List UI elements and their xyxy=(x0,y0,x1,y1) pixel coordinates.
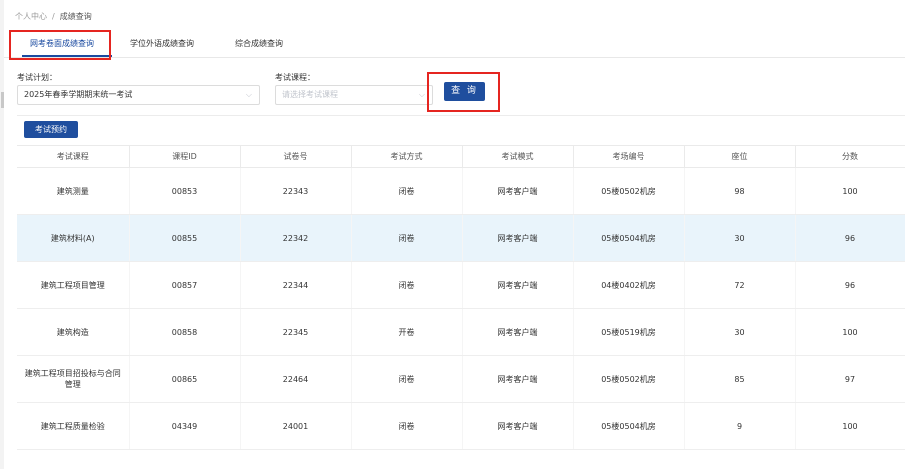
cell-room-no: 05楼0504机房 xyxy=(573,402,685,450)
cell-course: 建筑材料(A) xyxy=(17,214,130,262)
cell-room-no: 04楼0402机房 xyxy=(573,261,685,309)
query-button[interactable]: 查 询 xyxy=(444,82,485,101)
cell-paper-no: 22464 xyxy=(240,355,352,403)
cell-exam-method: 闭卷 xyxy=(351,214,463,262)
chevron-down-icon: ⌵ xyxy=(418,90,425,99)
cell-seat: 30 xyxy=(684,308,796,356)
highlight-box-tab xyxy=(9,30,111,60)
tab-comprehensive-score[interactable]: 综合成绩查询 xyxy=(235,36,283,52)
header-paper-no: 试卷号 xyxy=(240,145,352,168)
cell-exam-method: 开卷 xyxy=(351,308,463,356)
exam-plan-value: 2025年春季学期期末统一考试 xyxy=(24,90,133,99)
table-row[interactable]: 建筑材料(A) 00855 22342 闭卷 网考客户端 05楼0504机房 3… xyxy=(17,214,905,262)
cell-room-no: 05楼0504机房 xyxy=(573,214,685,262)
table-row[interactable]: 建筑工程项目招投标与合同管理 00865 22464 闭卷 网考客户端 05楼0… xyxy=(17,355,905,403)
left-scroll-bar xyxy=(0,0,4,469)
cell-room-no: 05楼0519机房 xyxy=(573,308,685,356)
header-exam-method: 考试方式 xyxy=(351,145,463,168)
cell-score: 100 xyxy=(795,167,905,215)
cell-room-no: 05楼0502机房 xyxy=(573,355,685,403)
cell-seat: 72 xyxy=(684,261,796,309)
cell-seat: 9 xyxy=(684,402,796,450)
breadcrumb-current: 成绩查询 xyxy=(59,12,92,21)
cell-score: 96 xyxy=(795,214,905,262)
cell-room-no: 05楼0502机房 xyxy=(573,167,685,215)
cell-course: 建筑测量 xyxy=(17,167,130,215)
cell-exam-mode: 网考客户端 xyxy=(462,355,574,403)
header-seat: 座位 xyxy=(684,145,796,168)
score-table: 考试课程 课程ID 试卷号 考试方式 考试模式 考场编号 座位 分数 建筑测量 … xyxy=(17,145,905,450)
cell-exam-mode: 网考客户端 xyxy=(462,261,574,309)
header-room-no: 考场编号 xyxy=(573,145,685,168)
table-row[interactable]: 建筑工程项目管理 00857 22344 闭卷 网考客户端 04楼0402机房 … xyxy=(17,261,905,309)
breadcrumb: 个人中心 / 成绩查询 xyxy=(15,10,92,24)
cell-course-id: 00855 xyxy=(129,214,241,262)
breadcrumb-root[interactable]: 个人中心 xyxy=(15,12,47,21)
cell-paper-no: 24001 xyxy=(240,402,352,450)
exam-plan-label: 考试计划： xyxy=(17,73,57,82)
cell-score: 97 xyxy=(795,355,905,403)
score-table-container: 考试课程 课程ID 试卷号 考试方式 考试模式 考场编号 座位 分数 建筑测量 … xyxy=(17,145,905,469)
breadcrumb-separator: / xyxy=(52,12,55,21)
cell-seat: 30 xyxy=(684,214,796,262)
cell-score: 100 xyxy=(795,308,905,356)
cell-paper-no: 22342 xyxy=(240,214,352,262)
cell-course: 建筑工程质量检验 xyxy=(17,402,130,450)
exam-course-label: 考试课程： xyxy=(275,73,315,82)
cell-course-id: 04349 xyxy=(129,402,241,450)
cell-exam-mode: 网考客户端 xyxy=(462,167,574,215)
cell-exam-mode: 网考客户端 xyxy=(462,308,574,356)
header-score: 分数 xyxy=(795,145,905,168)
cell-course: 建筑构造 xyxy=(17,308,130,356)
cell-exam-mode: 网考客户端 xyxy=(462,214,574,262)
table-row[interactable]: 建筑工程质量检验 04349 24001 闭卷 网考客户端 05楼0504机房 … xyxy=(17,402,905,450)
cell-exam-method: 闭卷 xyxy=(351,261,463,309)
cell-course: 建筑工程项目管理 xyxy=(17,261,130,309)
cell-course-id: 00858 xyxy=(129,308,241,356)
cell-course-id: 00857 xyxy=(129,261,241,309)
divider xyxy=(17,115,905,116)
cell-course: 建筑工程项目招投标与合同管理 xyxy=(17,355,130,403)
header-course: 考试课程 xyxy=(17,145,130,168)
cell-paper-no: 22344 xyxy=(240,261,352,309)
cell-exam-method: 闭卷 xyxy=(351,355,463,403)
cell-exam-method: 闭卷 xyxy=(351,167,463,215)
cell-exam-mode: 网考客户端 xyxy=(462,402,574,450)
table-header-row: 考试课程 课程ID 试卷号 考试方式 考试模式 考场编号 座位 分数 xyxy=(17,145,905,168)
cell-score: 100 xyxy=(795,402,905,450)
scroll-marker xyxy=(1,92,4,108)
tab-degree-language-score[interactable]: 学位外语成绩查询 xyxy=(130,36,194,52)
cell-score: 96 xyxy=(795,261,905,309)
cell-paper-no: 22343 xyxy=(240,167,352,215)
cell-seat: 85 xyxy=(684,355,796,403)
header-exam-mode: 考试模式 xyxy=(462,145,574,168)
cell-seat: 98 xyxy=(684,167,796,215)
table-row[interactable]: 建筑测量 00853 22343 闭卷 网考客户端 05楼0502机房 98 1… xyxy=(17,167,905,215)
exam-plan-select[interactable]: 2025年春季学期期末统一考试 ⌵ xyxy=(17,85,260,105)
table-row[interactable]: 建筑构造 00858 22345 开卷 网考客户端 05楼0519机房 30 1… xyxy=(17,308,905,356)
header-course-id: 课程ID xyxy=(129,145,241,168)
cell-paper-no: 22345 xyxy=(240,308,352,356)
cell-exam-method: 闭卷 xyxy=(351,402,463,450)
cell-course-id: 00865 xyxy=(129,355,241,403)
cell-course-id: 00853 xyxy=(129,167,241,215)
exam-course-placeholder: 请选择考试课程 xyxy=(282,90,338,99)
exam-booking-button[interactable]: 考试预约 xyxy=(24,121,78,138)
exam-course-select[interactable]: 请选择考试课程 ⌵ xyxy=(275,85,433,105)
tab-bar: 网考卷面成绩查询 学位外语成绩查询 综合成绩查询 xyxy=(4,28,905,58)
chevron-down-icon: ⌵ xyxy=(245,90,252,99)
